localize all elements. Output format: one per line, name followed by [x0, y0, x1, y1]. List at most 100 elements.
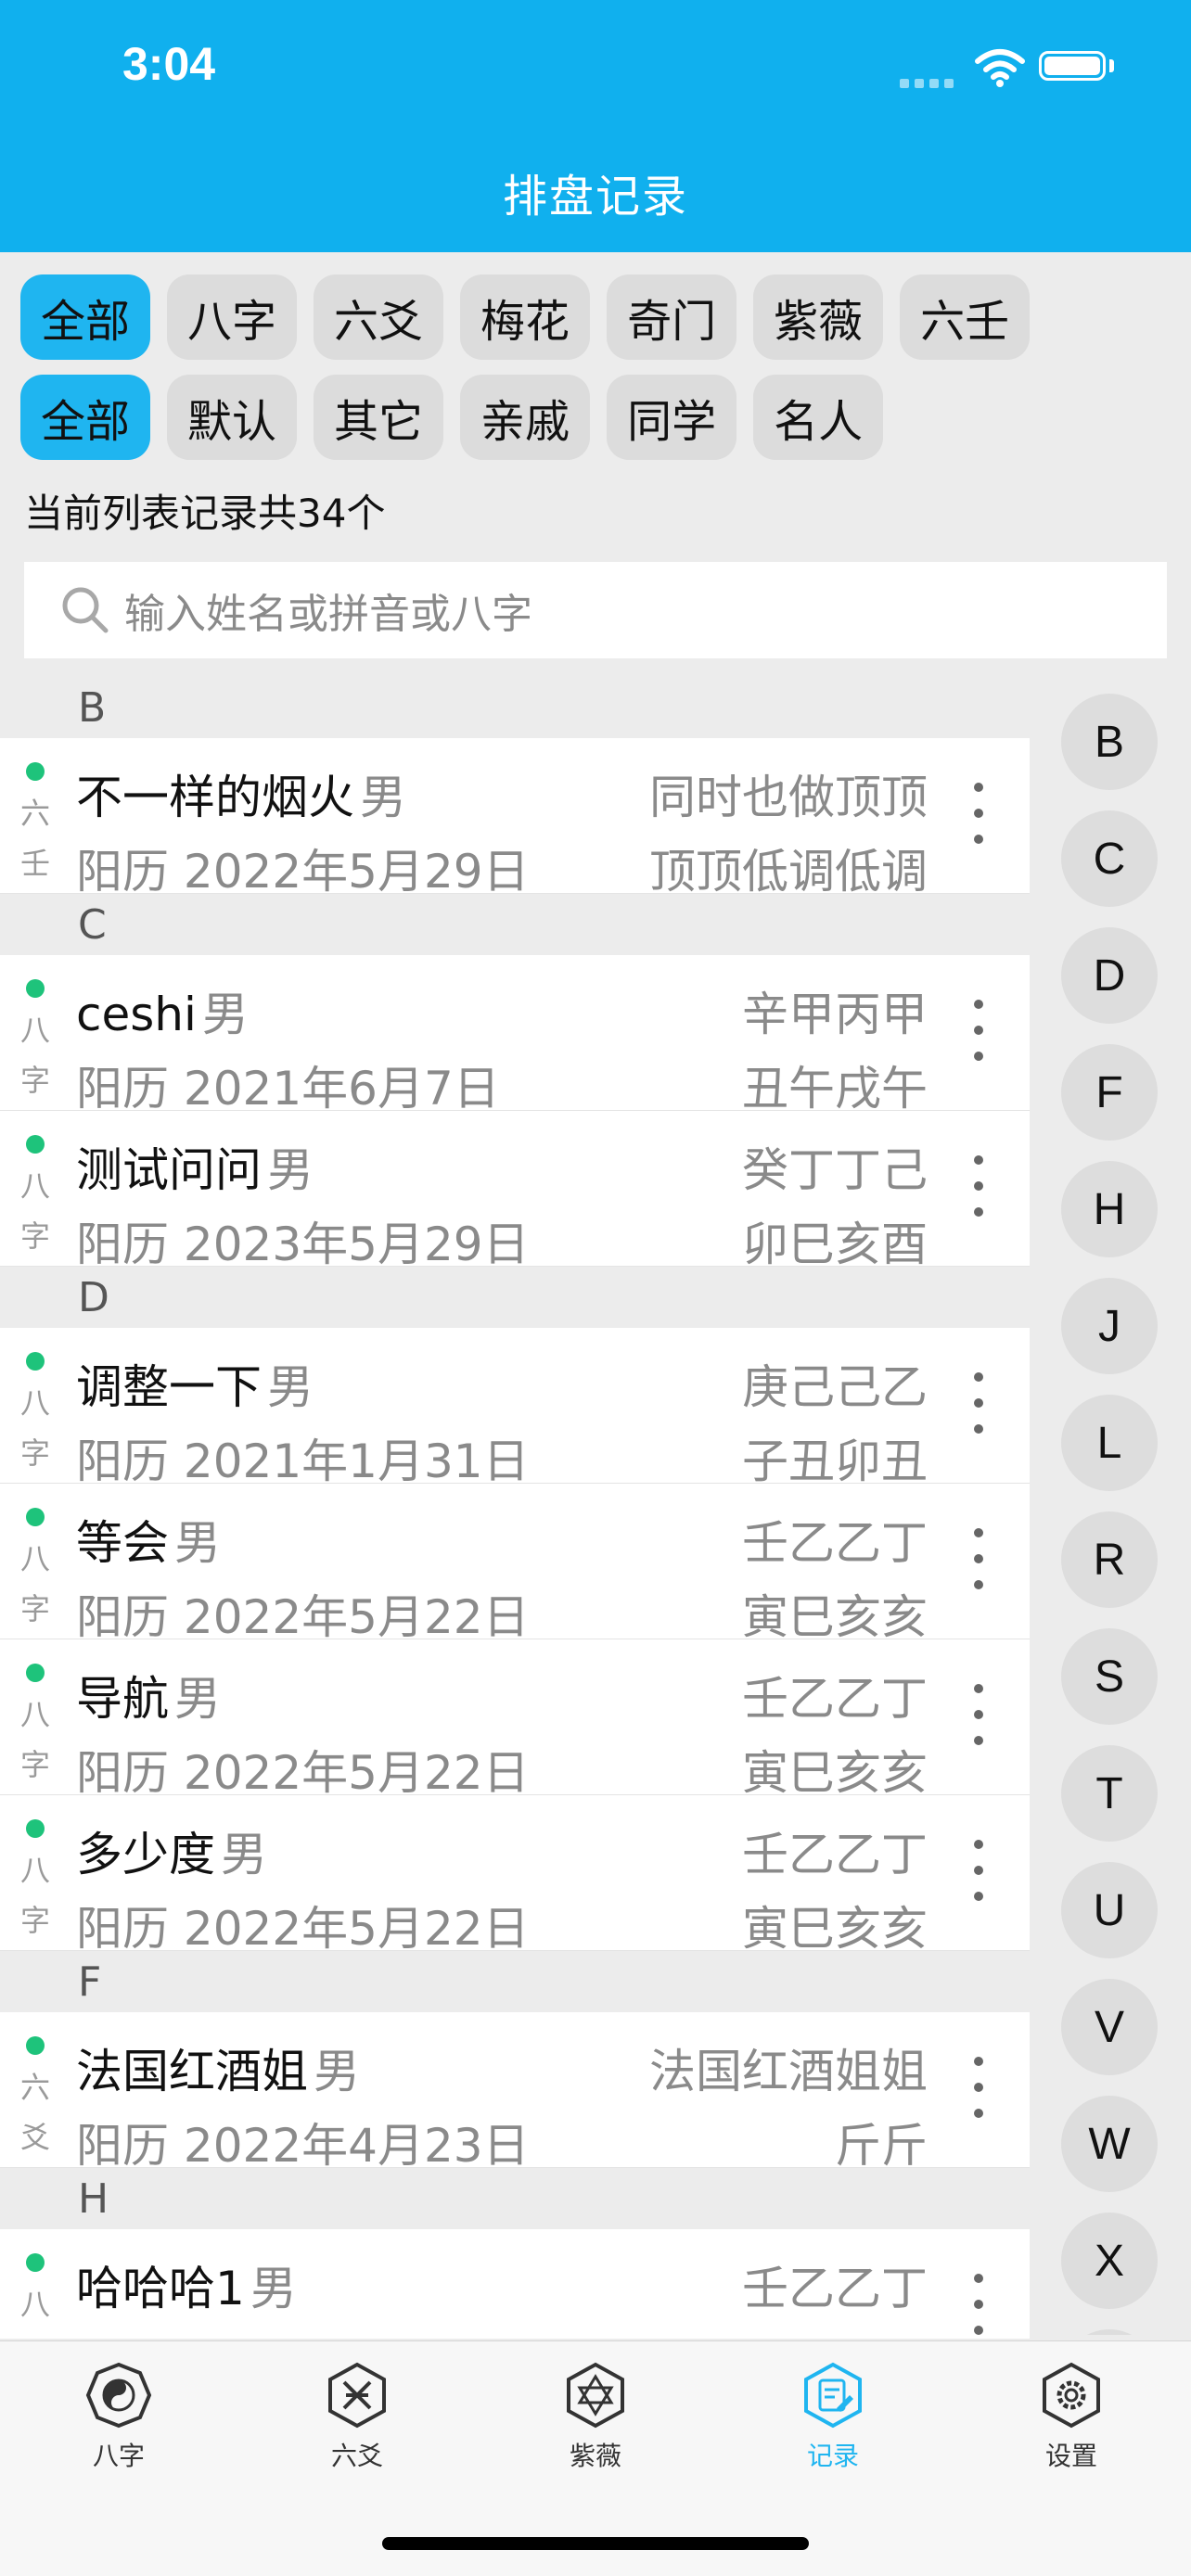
record-icon: [804, 2362, 862, 2429]
status-dot: [26, 1135, 45, 1154]
more-options-icon[interactable]: [974, 2057, 985, 2135]
search-icon: [62, 587, 109, 633]
section-header-b: B: [78, 683, 107, 732]
type-chip-ziwei[interactable]: 紫薇: [753, 274, 884, 360]
record-ganzhi-top: 法国红酒姐姐: [649, 2045, 928, 2098]
index-letter-r[interactable]: R: [1061, 1511, 1158, 1608]
wifi-icon: [974, 46, 1026, 91]
group-chip-default[interactable]: 默认: [167, 375, 298, 460]
index-letter-c[interactable]: C: [1061, 810, 1158, 907]
more-options-icon[interactable]: [974, 1528, 985, 1606]
list-item[interactable]: 八字 导航男 阳历 2022年5月22日 壬乙乙丁 寅巳亥亥: [0, 1639, 1030, 1800]
index-letter-j[interactable]: J: [1061, 1278, 1158, 1374]
record-date: 阳历 2022年5月22日: [76, 1902, 530, 1956]
type-chip-liuren[interactable]: 六壬: [900, 274, 1031, 360]
tab-records[interactable]: 记录: [759, 2362, 907, 2473]
tab-settings[interactable]: 设置: [997, 2362, 1146, 2473]
record-ganzhi-bottom: 寅巳亥亥: [742, 1746, 928, 1800]
status-dot: [26, 1819, 45, 1838]
tab-label: 紫薇: [569, 2441, 621, 2471]
tab-liuyao[interactable]: 六爻: [283, 2362, 431, 2473]
status-dot: [26, 1508, 45, 1526]
list-item[interactable]: 八字 ceshi 男 阳历 2021年6月7日 辛甲丙甲 丑午戌午: [0, 955, 1030, 1116]
type-chip-all[interactable]: 全部: [20, 274, 151, 360]
record-type: 八字: [19, 1853, 50, 1938]
index-letter-x[interactable]: X: [1061, 2213, 1158, 2309]
tab-label: 记录: [806, 2441, 859, 2471]
list-item[interactable]: 六爻 法国红酒姐男 阳历 2022年4月23日 法国红酒姐姐 斤斤: [0, 2012, 1030, 2173]
list-item[interactable]: 八字 测试问问男 阳历 2023年5月29日 癸丁丁己 卯巳亥酉: [0, 1111, 1030, 1271]
index-letter-w[interactable]: W: [1061, 2096, 1158, 2192]
record-date: 阳历 2022年5月29日: [76, 845, 530, 899]
record-type: 八字: [19, 1168, 50, 1254]
record-ganzhi-bottom: 丑午戌午: [742, 1062, 928, 1116]
record-type: 八字: [19, 1385, 50, 1471]
list-item[interactable]: 六壬 不一样的烟火男 阳历 2022年5月29日 同时也做顶顶 顶顶低调低调: [0, 738, 1030, 899]
group-filter-row: 全部 默认 其它 亲戚 同学 名人: [20, 375, 884, 460]
record-type: 八字: [19, 2287, 50, 2339]
record-date: 阳历 2023年5月29日: [76, 1218, 530, 1271]
record-type: 八字: [19, 1541, 50, 1626]
search-field[interactable]: 输入姓名或拼音或八字: [24, 562, 1167, 658]
record-ganzhi-top: 同时也做顶顶: [649, 771, 928, 824]
more-options-icon[interactable]: [974, 1372, 985, 1450]
record-ganzhi-top: 壬乙乙丁: [742, 1672, 928, 1726]
group-chip-other[interactable]: 其它: [314, 375, 444, 460]
more-options-icon[interactable]: [974, 1000, 985, 1078]
gear-icon: [1043, 2362, 1100, 2429]
group-chip-relatives[interactable]: 亲戚: [460, 375, 591, 460]
index-letter-s[interactable]: S: [1061, 1628, 1158, 1725]
type-chip-liuyao[interactable]: 六爻: [314, 274, 444, 360]
record-date: 阳历 2021年1月31日: [76, 1435, 530, 1488]
more-options-icon[interactable]: [974, 1840, 985, 1918]
type-chip-qimen[interactable]: 奇门: [607, 274, 737, 360]
record-name: 法国红酒姐男: [76, 2045, 360, 2098]
record-name: ceshi 男: [76, 988, 249, 1041]
group-chip-classmates[interactable]: 同学: [607, 375, 737, 460]
battery-icon: [1039, 51, 1106, 81]
more-options-icon[interactable]: [974, 1684, 985, 1762]
index-letter-l[interactable]: L: [1061, 1395, 1158, 1491]
index-letter-d[interactable]: D: [1061, 927, 1158, 1024]
index-letter-y[interactable]: Y: [1061, 2329, 1158, 2335]
group-chip-celebrities[interactable]: 名人: [753, 375, 884, 460]
list-item[interactable]: 八字 多少度男 阳历 2022年5月22日 壬乙乙丁 寅巳亥亥: [0, 1795, 1030, 1956]
type-chip-bazi[interactable]: 八字: [167, 274, 298, 360]
tab-ziwei[interactable]: 紫薇: [521, 2362, 670, 2473]
index-letter-t[interactable]: T: [1061, 1745, 1158, 1842]
list-item[interactable]: 八字 等会男 阳历 2022年5月22日 壬乙乙丁 寅巳亥亥: [0, 1484, 1030, 1644]
record-name: 导航男: [76, 1672, 221, 1726]
home-indicator: [382, 2537, 809, 2550]
section-header-d: D: [78, 1273, 109, 1321]
list-item[interactable]: 八字 哈哈哈1男 阳历 2022年5月22日 壬乙乙丁 寅巳亥亥: [0, 2229, 1030, 2339]
section-header-f: F: [78, 1958, 102, 2006]
status-dot: [26, 2036, 45, 2055]
tab-bazi[interactable]: 八字: [45, 2362, 193, 2473]
record-ganzhi-top: 辛甲丙甲: [742, 988, 928, 1041]
index-letter-f[interactable]: F: [1061, 1044, 1158, 1141]
more-options-icon[interactable]: [974, 783, 985, 861]
record-list[interactable]: B 六壬 不一样的烟火男 阳历 2022年5月29日 同时也做顶顶 顶顶低调低调…: [0, 677, 1030, 2339]
index-letter-u[interactable]: U: [1061, 1862, 1158, 1958]
tab-label: 设置: [1044, 2441, 1097, 2471]
record-ganzhi-bottom: 寅巳亥亥: [742, 1590, 928, 1644]
more-options-icon[interactable]: [974, 2274, 985, 2339]
type-filter-row: 全部 八字 六爻 梅花 奇门 紫薇 六壬: [20, 274, 1031, 360]
index-letter-b[interactable]: B: [1061, 694, 1158, 790]
bagua-icon: [85, 2362, 152, 2429]
record-date: 阳历 2022年5月22日: [76, 1590, 530, 1644]
status-dot: [26, 2253, 45, 2272]
index-letter-h[interactable]: H: [1061, 1161, 1158, 1257]
status-dot: [26, 1664, 45, 1682]
record-ganzhi-top: 壬乙乙丁: [742, 2262, 928, 2315]
more-options-icon[interactable]: [974, 1155, 985, 1233]
group-chip-all[interactable]: 全部: [20, 375, 151, 460]
record-type: 六壬: [19, 796, 50, 881]
status-dot: [26, 979, 45, 998]
status-time: 3:04: [122, 38, 216, 90]
record-name: 不一样的烟火男: [76, 771, 406, 824]
record-name: 测试问问男: [76, 1143, 314, 1197]
type-chip-meihua[interactable]: 梅花: [460, 274, 591, 360]
index-letter-v[interactable]: V: [1061, 1979, 1158, 2075]
list-item[interactable]: 八字 调整一下男 阳历 2021年1月31日 庚己己乙 子丑卯丑: [0, 1328, 1030, 1488]
